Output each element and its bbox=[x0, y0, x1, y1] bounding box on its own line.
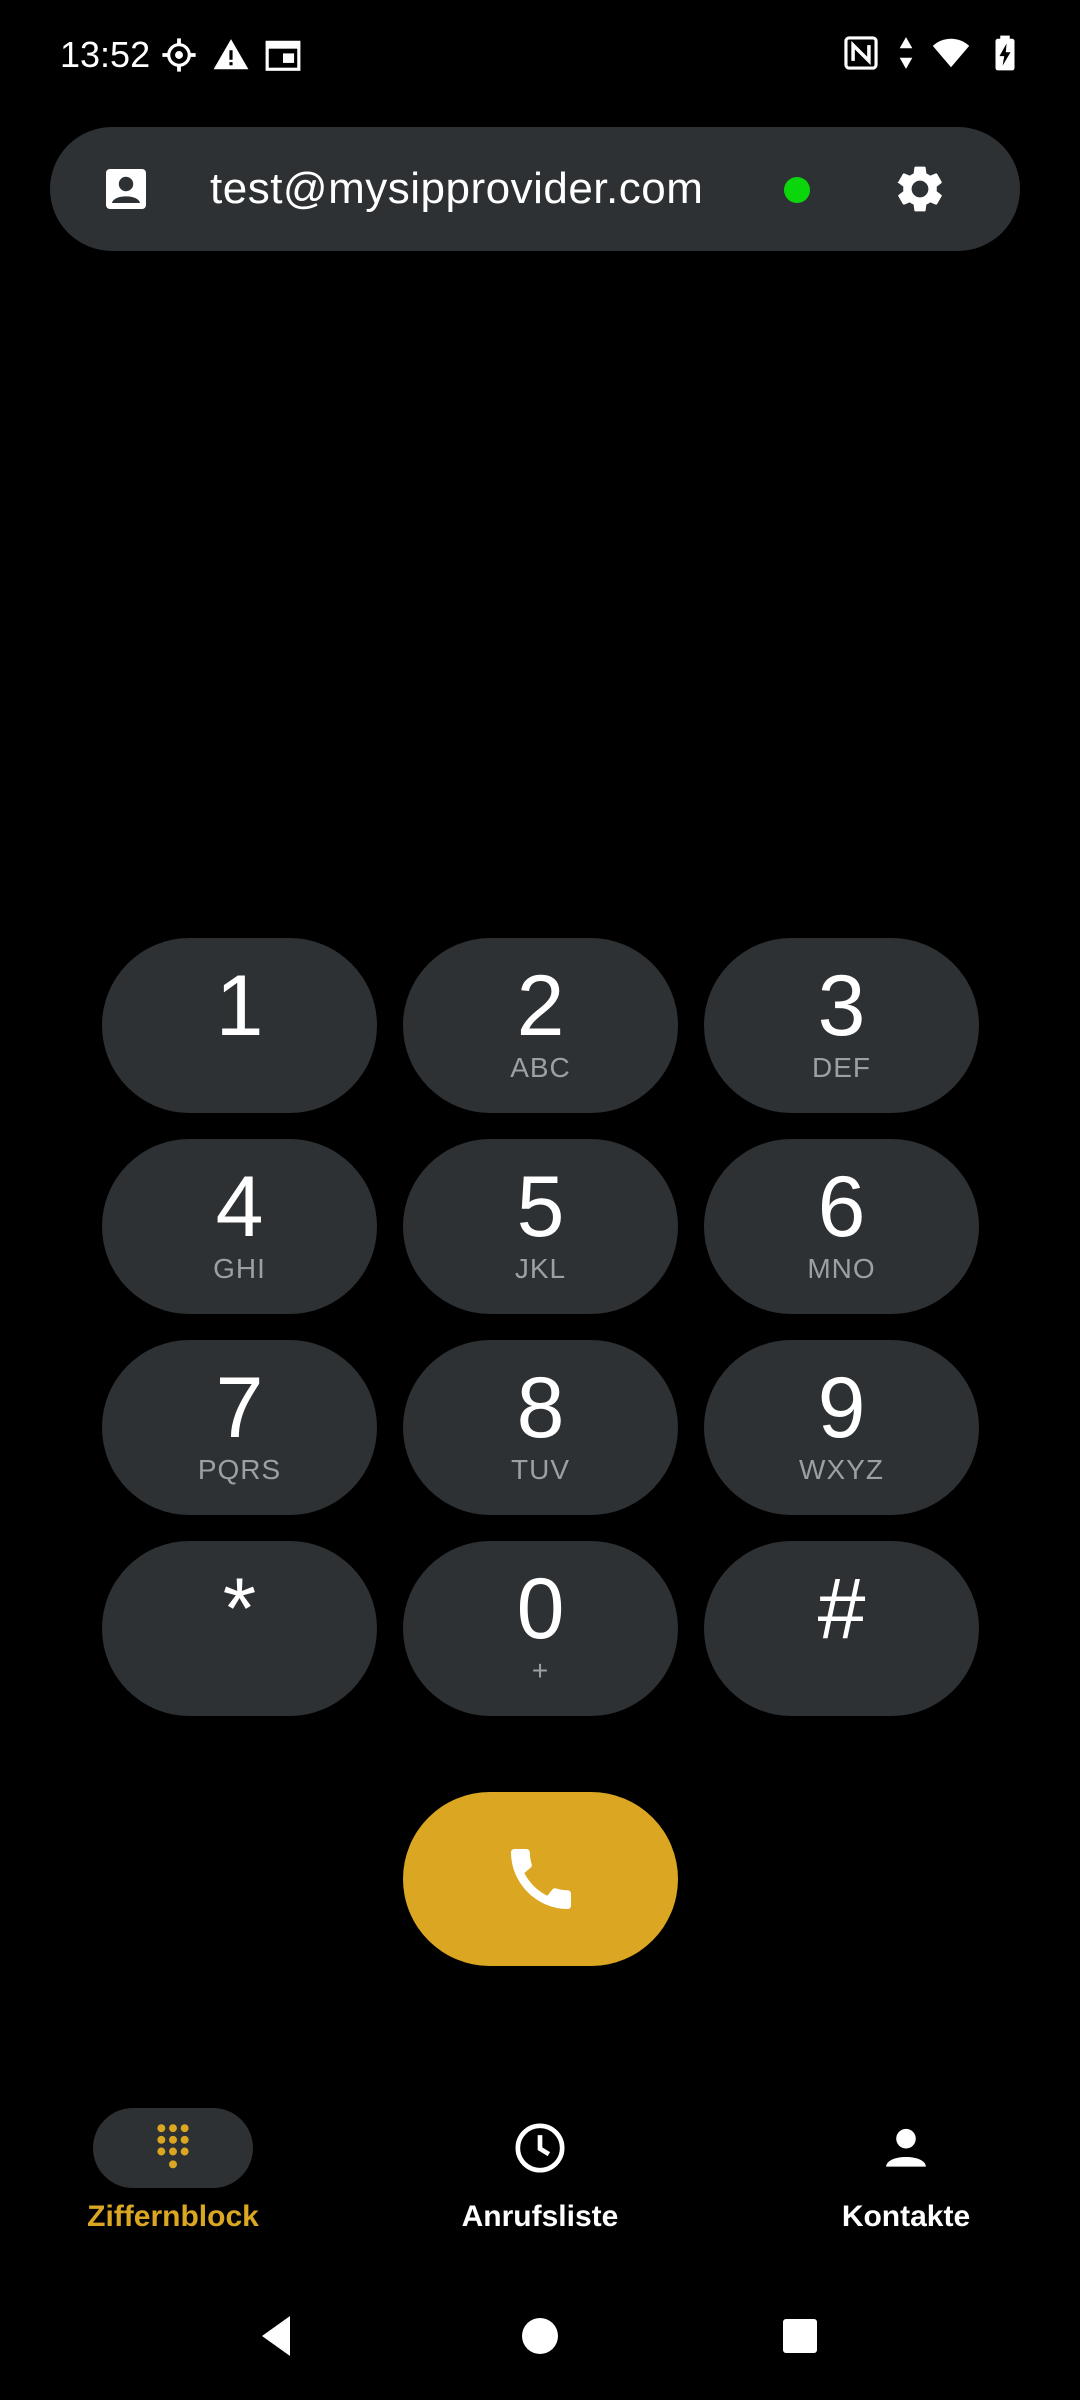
key-digit: 0 bbox=[516, 1561, 565, 1657]
dialpad-icon bbox=[145, 2120, 201, 2176]
wifi-icon bbox=[932, 34, 970, 72]
key-digit: 9 bbox=[817, 1360, 866, 1456]
key-5[interactable]: 5 JKL bbox=[403, 1139, 678, 1314]
key-letters: TUV bbox=[511, 1454, 570, 1485]
nav-label-contacts: Kontakte bbox=[841, 2200, 971, 2233]
key-letters: + bbox=[531, 1655, 550, 1686]
nav-label-dialpad: Ziffernblock bbox=[87, 2200, 259, 2233]
person-icon bbox=[878, 2120, 934, 2176]
key-hash[interactable]: # bbox=[704, 1541, 979, 1716]
key-9[interactable]: 9 WXYZ bbox=[704, 1340, 979, 1515]
warning-icon bbox=[212, 36, 250, 74]
key-7[interactable]: 7 PQRS bbox=[102, 1340, 377, 1515]
key-0[interactable]: 0 + bbox=[403, 1541, 678, 1716]
key-letters: PQRS bbox=[197, 1454, 282, 1485]
nfc-icon bbox=[842, 34, 880, 72]
nav-dialpad[interactable]: Ziffernblock bbox=[23, 2090, 323, 2260]
key-digit: 7 bbox=[215, 1360, 264, 1456]
nav-call-log[interactable]: Anrufsliste bbox=[390, 2090, 690, 2260]
key-digit: * bbox=[222, 1561, 257, 1657]
key-digit: # bbox=[817, 1561, 866, 1657]
key-letters: JKL bbox=[514, 1253, 567, 1284]
key-digit: 3 bbox=[817, 958, 866, 1054]
nav-label-call-log: Anrufsliste bbox=[461, 2200, 619, 2233]
home-icon[interactable] bbox=[516, 2312, 564, 2360]
phone-icon bbox=[501, 1839, 581, 1919]
key-letters: WXYZ bbox=[799, 1454, 884, 1485]
key-star[interactable]: * bbox=[102, 1541, 377, 1716]
key-2[interactable]: 2 ABC bbox=[403, 938, 678, 1113]
key-digit: 4 bbox=[215, 1159, 264, 1255]
status-bar: 13:52 bbox=[0, 0, 1080, 110]
key-letters: GHI bbox=[213, 1253, 266, 1284]
account-bar: test@mysipprovider.com bbox=[50, 127, 1020, 251]
key-digit: 1 bbox=[215, 958, 264, 1054]
key-digit: 8 bbox=[516, 1360, 565, 1456]
nav-contacts[interactable]: Kontakte bbox=[756, 2090, 1056, 2260]
contact-card-icon[interactable] bbox=[102, 165, 150, 213]
dialpad: 1 2 ABC 3 DEF 4 GHI 5 JKL 6 MNO 7 PQRS 8 TUV 9W… bbox=[102, 938, 979, 1716]
data-arrows-icon bbox=[896, 34, 916, 72]
settings-icon[interactable] bbox=[892, 161, 948, 217]
call-button[interactable] bbox=[403, 1792, 678, 1966]
key-3[interactable]: 3 DEF bbox=[704, 938, 979, 1113]
key-digit: 5 bbox=[516, 1159, 565, 1255]
bottom-navigation: Ziffernblock Anrufsliste Kontakte bbox=[0, 2090, 1080, 2260]
account-name: test@mysipprovider.com bbox=[210, 164, 704, 213]
key-digit: 2 bbox=[516, 958, 565, 1054]
battery-charging-icon bbox=[986, 34, 1024, 72]
key-1[interactable]: 1 bbox=[102, 938, 377, 1113]
system-navigation-bar bbox=[0, 2290, 1080, 2380]
key-letters: DEF bbox=[812, 1052, 871, 1083]
key-6[interactable]: 6 MNO bbox=[704, 1139, 979, 1314]
key-letters: MNO bbox=[807, 1253, 876, 1284]
registration-status-dot bbox=[784, 177, 810, 203]
status-icons-left bbox=[160, 36, 302, 74]
recents-icon[interactable] bbox=[776, 2312, 824, 2360]
settings-gear-icon bbox=[160, 36, 198, 74]
key-letters: ABC bbox=[510, 1052, 571, 1083]
calendar-icon bbox=[264, 36, 302, 74]
key-8[interactable]: 8 TUV bbox=[403, 1340, 678, 1515]
status-icons-right bbox=[842, 34, 1024, 72]
back-icon[interactable] bbox=[254, 2312, 302, 2360]
key-4[interactable]: 4 GHI bbox=[102, 1139, 377, 1314]
status-time: 13:52 bbox=[60, 34, 151, 75]
key-digit: 6 bbox=[817, 1159, 866, 1255]
clock-icon bbox=[512, 2120, 568, 2176]
